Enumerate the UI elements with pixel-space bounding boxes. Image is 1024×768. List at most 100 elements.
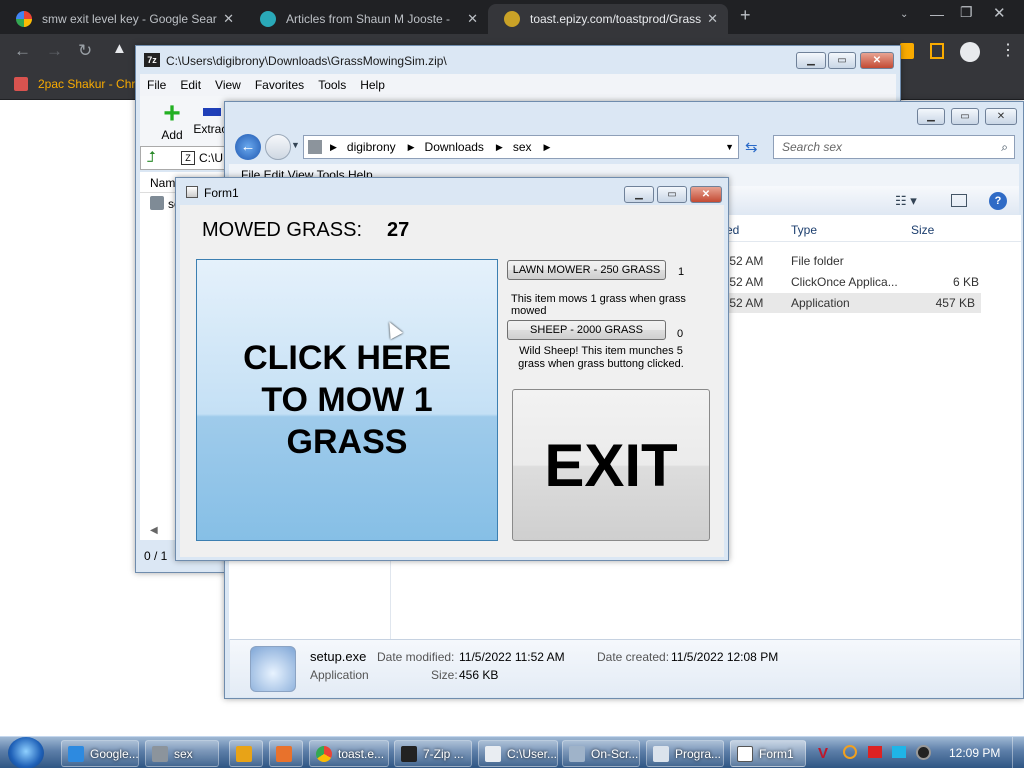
tray-flag-icon[interactable] <box>868 746 882 758</box>
breadcrumb-separator-icon[interactable]: ▶ <box>408 142 415 153</box>
search-input[interactable]: Search sex ⌕ <box>773 135 1015 159</box>
tray-v-icon[interactable]: V <box>818 745 828 762</box>
mow-grass-button[interactable]: CLICK HERE TO MOW 1 GRASS <box>196 259 498 541</box>
minimize-button[interactable]: ▁ <box>917 108 945 125</box>
minimize-button[interactable]: ▁ <box>624 186 654 203</box>
sidebar-icon[interactable] <box>930 43 944 59</box>
browser-tab-bar: smw exit level key - Google Sear ✕ Artic… <box>0 0 1024 34</box>
address-bar[interactable]: ▶ digibrony ▶ Downloads ▶ sex ▶ ▼ <box>303 135 739 159</box>
breadcrumb-separator-icon[interactable]: ▶ <box>330 142 337 153</box>
add-button[interactable]: + Add <box>150 99 194 143</box>
tray-record-icon[interactable] <box>916 745 931 760</box>
close-window-icon[interactable]: ✕ <box>993 4 1006 22</box>
breadcrumb-separator-icon[interactable]: ▶ <box>544 142 551 153</box>
menu-tools[interactable]: Tools <box>318 78 346 92</box>
tab-search-icon[interactable]: ⌄ <box>900 9 908 20</box>
browser-tab-google[interactable]: smw exit level key - Google Sear ✕ <box>0 4 244 34</box>
tray-search-icon[interactable] <box>843 745 857 759</box>
taskbar-item-onscreen-keyboard[interactable]: On-Scr... <box>562 740 640 767</box>
browser-tab-toast[interactable]: toast.epizy.com/toastprod/Grass ✕ <box>488 4 728 34</box>
forward-icon[interactable]: → <box>46 41 63 61</box>
more-menu-icon[interactable]: ⋮ <box>1000 40 1016 60</box>
file-row-selected[interactable]: :52 AM Application 457 KB <box>721 293 981 313</box>
maximize-button[interactable]: ▭ <box>828 52 856 69</box>
close-tab-icon[interactable]: ✕ <box>467 11 478 27</box>
file-row[interactable]: :52 AM File folder <box>721 251 985 271</box>
close-tab-icon[interactable]: ✕ <box>707 11 718 27</box>
taskbar-label: 7-Zip ... <box>423 746 464 761</box>
scroll-left-icon[interactable]: ◀ <box>150 525 158 536</box>
menu-edit[interactable]: Edit <box>180 78 201 92</box>
close-button[interactable]: ✕ <box>985 108 1017 125</box>
forward-button-icon[interactable] <box>265 134 291 160</box>
history-dropdown-icon[interactable]: ▼ <box>291 140 300 150</box>
profile-avatar-icon[interactable] <box>960 42 980 62</box>
taskbar-item-form1[interactable]: Form1 <box>730 740 806 767</box>
file-row[interactable]: :52 AM ClickOnce Applica... 6 KB <box>721 272 985 292</box>
breadcrumb-separator-icon[interactable]: ▶ <box>496 142 503 153</box>
name-column-header[interactable]: Nam <box>150 176 175 190</box>
up-folder-icon[interactable]: ⮥ <box>147 149 156 166</box>
size-column-header[interactable]: Size <box>911 223 934 237</box>
maximize-button[interactable]: ▭ <box>951 108 979 125</box>
taskbar-label: sex <box>174 746 193 761</box>
taskbar-label: Progra... <box>675 746 722 761</box>
warning-icon[interactable]: ▲ <box>112 40 132 64</box>
lawn-mower-button[interactable]: LAWN MOWER - 250 GRASS <box>507 260 666 280</box>
menu-help[interactable]: Help <box>360 78 385 92</box>
restore-icon[interactable]: ❐ <box>960 4 973 21</box>
minimize-button[interactable]: ▁ <box>796 52 826 69</box>
reload-icon[interactable]: ↻ <box>78 41 92 61</box>
row-size: 457 KB <box>935 296 975 310</box>
sheep-button[interactable]: SHEEP - 2000 GRASS <box>507 320 666 340</box>
address-dropdown-icon[interactable]: ▼ <box>725 142 734 152</box>
new-tab-button[interactable]: + <box>740 5 751 26</box>
setup-file-icon <box>250 646 296 692</box>
bookmark-item[interactable]: 2pac Shakur - Chro <box>38 77 142 91</box>
minimize-icon[interactable]: — <box>930 6 944 22</box>
clock[interactable]: 12:09 PM <box>949 746 1000 760</box>
preview-pane-icon[interactable] <box>951 194 967 207</box>
taskbar-item-tool[interactable] <box>269 740 303 767</box>
taskbar-label: On-Scr... <box>591 746 639 761</box>
close-button[interactable]: ✕ <box>690 186 722 203</box>
show-desktop-button[interactable] <box>1012 737 1024 768</box>
form-client-area: MOWED GRASS: 27 CLICK HERE TO MOW 1 GRAS… <box>180 205 724 557</box>
close-tab-icon[interactable]: ✕ <box>223 11 234 27</box>
close-button[interactable]: ✕ <box>860 52 894 69</box>
menu-file[interactable]: File <box>147 78 166 92</box>
tray-monitor-icon[interactable] <box>892 746 906 758</box>
taskbar-item-programs[interactable]: Progra... <box>646 740 724 767</box>
google-icon <box>16 11 32 27</box>
taskbar-item-7zip[interactable]: 7-Zip ... <box>394 740 472 767</box>
taskbar-item-chrome[interactable]: toast.e... <box>309 740 389 767</box>
extension-icon[interactable] <box>900 43 914 59</box>
chrome-icon <box>316 745 332 762</box>
type-column-header[interactable]: Type <box>791 223 817 237</box>
add-label: Add <box>161 128 183 142</box>
menu-favorites[interactable]: Favorites <box>255 78 304 92</box>
taskbar-item-ie[interactable]: Google... <box>61 740 139 767</box>
taskbar-item-cmd[interactable]: C:\User... <box>478 740 558 767</box>
modified-label: Date modified: <box>377 650 455 664</box>
view-options-icon[interactable]: ☷ ▾ <box>895 193 917 209</box>
exit-button[interactable]: EXIT <box>512 389 710 541</box>
menu-view[interactable]: View <box>215 78 241 92</box>
search-icon[interactable]: ⌕ <box>1001 140 1008 155</box>
browser-tab-articles[interactable]: Articles from Shaun M Jooste - ✕ <box>244 4 488 34</box>
path-bar[interactable]: ⮥ Z C:\U <box>140 146 226 170</box>
row-type: ClickOnce Applica... <box>791 275 898 289</box>
maximize-button[interactable]: ▭ <box>657 186 687 203</box>
row-type: File folder <box>791 254 844 268</box>
breadcrumb-downloads[interactable]: Downloads <box>425 140 484 154</box>
back-button-icon[interactable]: ← <box>235 134 261 160</box>
taskbar-item-media[interactable] <box>229 740 263 767</box>
back-icon[interactable]: ← <box>14 41 31 61</box>
refresh-icon[interactable]: ⇆ <box>745 138 758 156</box>
breadcrumb-digibrony[interactable]: digibrony <box>347 140 396 154</box>
help-icon[interactable]: ? <box>989 192 1007 210</box>
start-button-icon[interactable] <box>8 737 44 768</box>
taskbar-item-sex-folder[interactable]: sex <box>145 740 219 767</box>
form-icon <box>737 745 753 762</box>
breadcrumb-sex[interactable]: sex <box>513 140 532 154</box>
